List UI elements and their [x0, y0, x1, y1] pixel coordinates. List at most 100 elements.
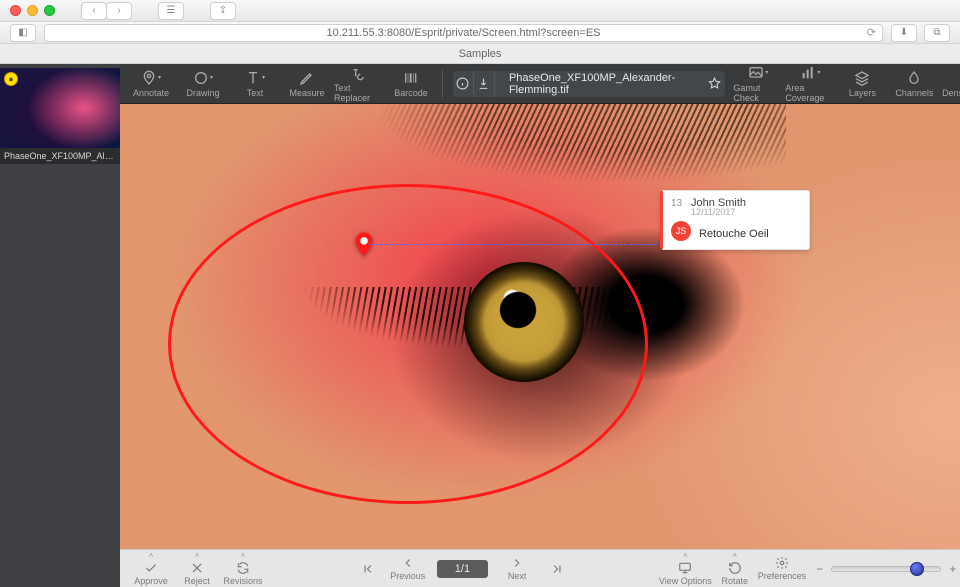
tabs-button[interactable]: ⧉	[924, 24, 950, 42]
reload-icon[interactable]: ⟳	[867, 26, 876, 39]
tool-area-coverage[interactable]: ▾ Area Coverage	[785, 64, 835, 104]
text-replacer-icon	[351, 65, 367, 81]
star-icon	[708, 77, 721, 90]
chevron-up-icon: ˄	[149, 551, 154, 560]
reject-button[interactable]: ˄ Reject	[174, 551, 220, 586]
url-bar-row: ◧ 10.211.55.3:8080/Esprit/private/Screen…	[0, 22, 960, 44]
file-info-pill: PhaseOne_XF100MP_Alexander-Flemming.tif	[453, 71, 726, 97]
current-filename: PhaseOne_XF100MP_Alexander-Flemming.tif	[495, 72, 705, 96]
pager: Previous 1/1 Next	[351, 556, 574, 581]
revisions-button[interactable]: ˄ Revisions	[220, 551, 266, 586]
tool-label: Barcode	[394, 88, 428, 98]
annotation-leader-line	[370, 244, 662, 245]
note-text: Retouche Oeil	[699, 228, 769, 240]
tool-label: Channels	[895, 88, 933, 98]
annotation-ellipse[interactable]	[168, 184, 648, 504]
btn-label: Revisions	[223, 576, 262, 586]
tool-densitometer[interactable]: Densitometr	[941, 64, 960, 104]
chevron-up-icon: ˄	[732, 551, 737, 560]
btn-label: View Options	[659, 576, 712, 586]
refresh-icon	[236, 561, 250, 575]
tool-gamut-check[interactable]: ▾ Gamut Check	[733, 64, 783, 104]
btn-label: Next	[508, 571, 527, 581]
zoom-window-icon[interactable]	[44, 5, 55, 16]
text-icon	[245, 70, 261, 86]
chevron-up-icon: ˄	[241, 551, 246, 560]
favorite-button[interactable]	[704, 77, 725, 90]
chevron-right-icon	[510, 556, 524, 570]
rotate-icon	[728, 561, 742, 575]
btn-label: Preferences	[758, 571, 807, 581]
map-pin-icon	[141, 70, 157, 86]
droplet-icon	[906, 70, 922, 86]
download-button[interactable]	[474, 71, 495, 97]
zoom-slider[interactable]	[831, 566, 941, 572]
tool-measure[interactable]: Measure	[282, 64, 332, 104]
image-canvas[interactable]: 13 John Smith 12/11/2017 JS Retouche Oei…	[120, 104, 960, 549]
tool-text[interactable]: ▾ Text	[230, 64, 280, 104]
sidebar-toggle-button[interactable]: ☰	[158, 2, 184, 20]
last-page-button[interactable]	[540, 562, 574, 576]
check-icon	[144, 561, 158, 575]
annotation-pin[interactable]	[354, 232, 374, 263]
layers-icon	[854, 70, 870, 86]
chevron-left-icon	[401, 556, 415, 570]
barcode-icon	[403, 70, 419, 86]
page-indicator[interactable]: 1/1	[437, 560, 488, 578]
tab-strip[interactable]: Samples	[0, 44, 960, 64]
window-controls[interactable]	[10, 5, 55, 16]
annotation-note[interactable]: 13 John Smith 12/11/2017 JS Retouche Oei…	[660, 190, 810, 250]
btn-label: Reject	[184, 576, 210, 586]
minimize-window-icon[interactable]	[27, 5, 38, 16]
url-text: 10.211.55.3:8080/Esprit/private/Screen.h…	[326, 27, 600, 39]
thumbnails-panel: ● PhaseOne_XF100MP_Alexander-Fle...	[0, 64, 120, 587]
note-number: 13	[671, 198, 685, 209]
rotate-button[interactable]: ˄ Rotate	[712, 551, 758, 586]
tool-label: Drawing	[186, 88, 219, 98]
first-icon	[361, 562, 375, 576]
tool-text-replacer[interactable]: Text Replacer	[334, 64, 384, 104]
monitor-icon	[678, 561, 692, 575]
next-page-button[interactable]: Next	[494, 556, 540, 581]
thumbnail-item[interactable]: ● PhaseOne_XF100MP_Alexander-Fle...	[0, 68, 120, 164]
info-icon	[456, 77, 469, 90]
thumbnail-image: ●	[0, 68, 120, 148]
first-page-button[interactable]	[351, 562, 385, 576]
toolbar-divider	[442, 70, 443, 98]
tool-label: Text	[247, 88, 264, 98]
tool-drawing[interactable]: ▾ Drawing	[178, 64, 228, 104]
status-badge-icon: ●	[4, 72, 18, 86]
view-options-button[interactable]: ˄ View Options	[659, 551, 712, 586]
chart-bar-icon	[800, 65, 816, 81]
approve-button[interactable]: ˄ Approve	[128, 551, 174, 586]
previous-page-button[interactable]: Previous	[385, 556, 431, 581]
info-button[interactable]	[453, 71, 474, 97]
pencil-icon	[299, 70, 315, 86]
downloads-button[interactable]: ⬇	[891, 24, 917, 42]
bottom-toolbar: ˄ Approve ˄ Reject ˄ Revisions	[120, 549, 960, 587]
tool-barcode[interactable]: Barcode	[386, 64, 436, 104]
back-button[interactable]: ‹	[81, 2, 107, 20]
tool-channels[interactable]: Channels	[889, 64, 939, 104]
active-tab-title: Samples	[459, 48, 502, 60]
chevron-up-icon: ˄	[195, 551, 200, 560]
x-icon	[190, 561, 204, 575]
preferences-button[interactable]: Preferences	[758, 556, 807, 581]
close-window-icon[interactable]	[10, 5, 21, 16]
tool-label: Densitometr	[942, 88, 960, 98]
tool-annotate[interactable]: ▾ Annotate	[126, 64, 176, 104]
tool-label: Text Replacer	[334, 83, 384, 103]
tool-label: Measure	[289, 88, 324, 98]
image-icon	[748, 65, 764, 81]
tool-layers[interactable]: Layers	[837, 64, 887, 104]
share-button[interactable]: ⇪	[210, 2, 236, 20]
minus-icon[interactable]: −	[816, 562, 823, 576]
zoom-slider-thumb[interactable]	[910, 562, 924, 576]
main-area: ▾ Annotate ▾ Drawing ▾ Text Measure Text…	[120, 64, 960, 587]
url-field[interactable]: 10.211.55.3:8080/Esprit/private/Screen.h…	[44, 24, 883, 42]
reader-button[interactable]: ◧	[10, 24, 36, 42]
forward-button[interactable]: ›	[106, 2, 132, 20]
plus-icon[interactable]: +	[949, 562, 956, 576]
btn-label: Previous	[390, 571, 425, 581]
tool-label: Layers	[849, 88, 876, 98]
